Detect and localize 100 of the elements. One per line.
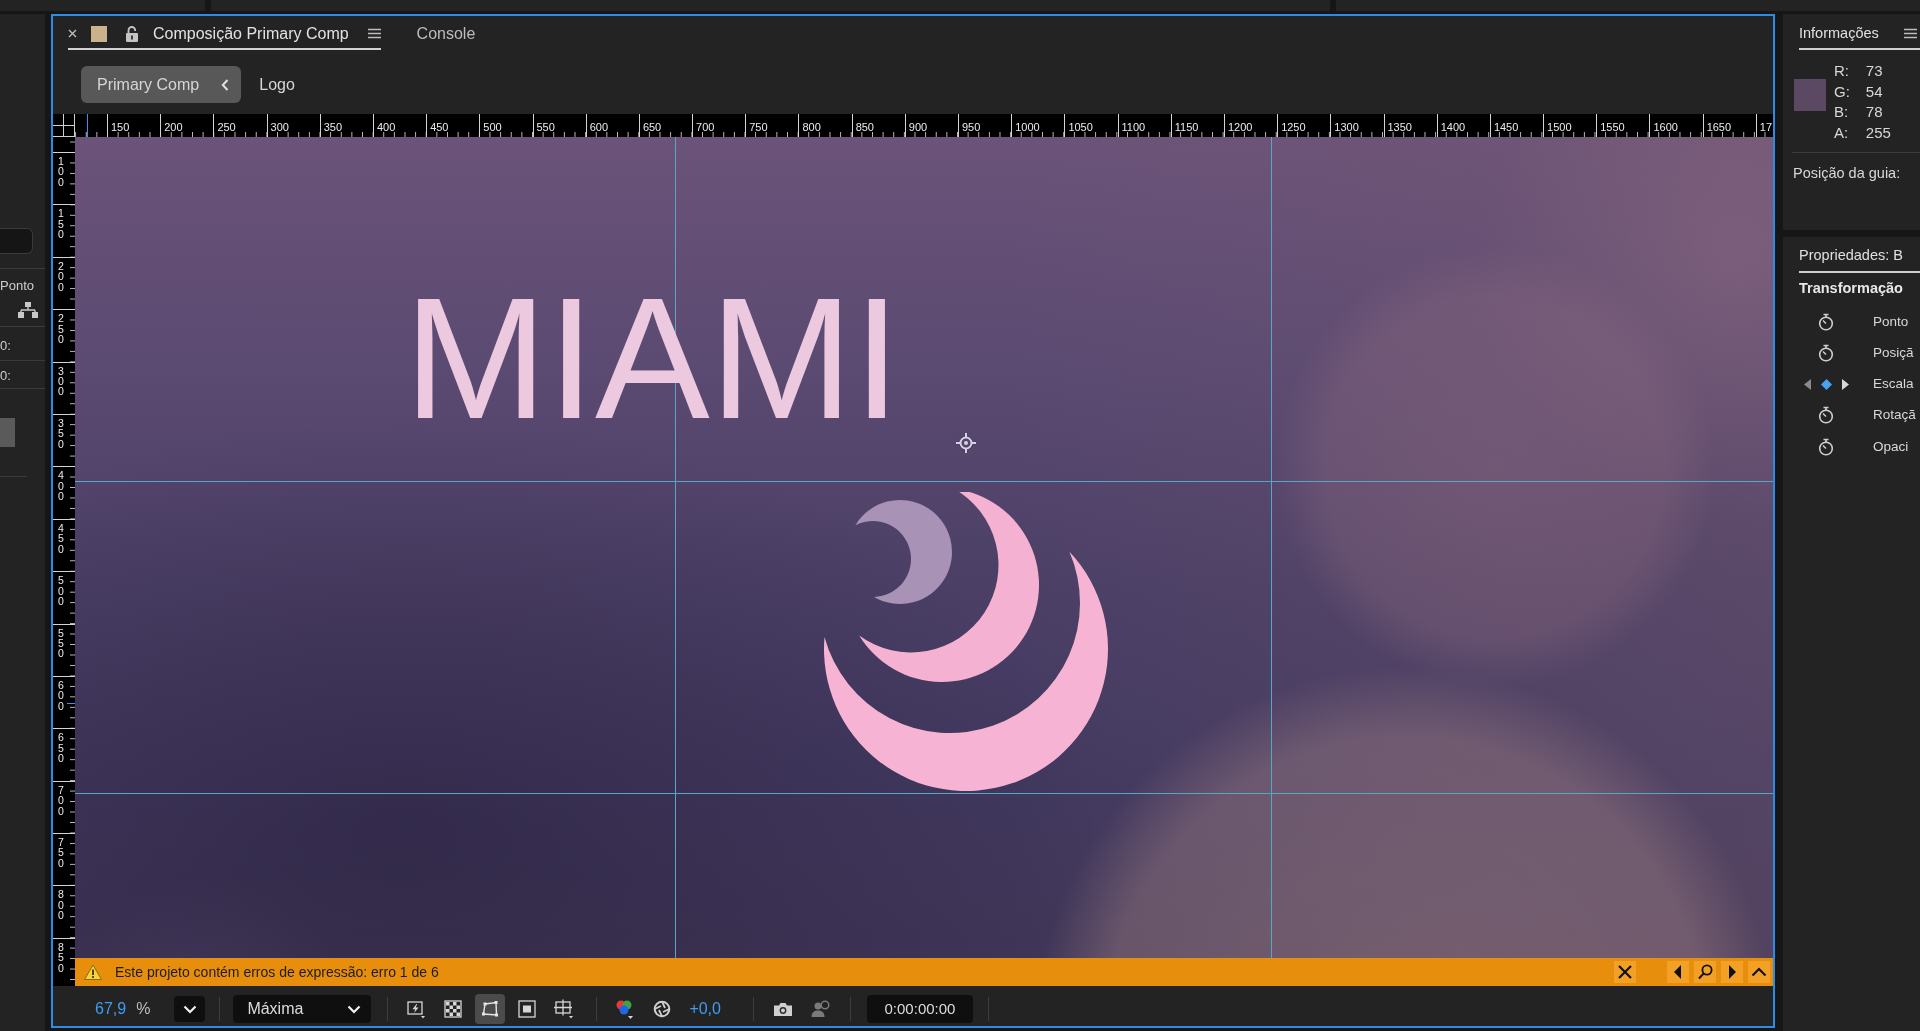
left-triangle-icon[interactable] [1803,378,1811,390]
value-text: 0: [0,338,11,354]
ruler-label: 100 [58,156,65,188]
path-outline-icon [480,999,501,1019]
toggle-button[interactable] [475,994,506,1024]
zoom-value[interactable]: 67,9 [95,997,127,1021]
property-label[interactable]: Rotaçã [1873,405,1916,426]
up-chevron-icon[interactable] [1748,961,1770,983]
color-swatch-icon [91,25,107,42]
hierarchy-icon[interactable] [18,302,38,318]
ruler-label: 650 [642,121,662,133]
cursor-marker [87,114,88,137]
ruler-label: 1350 [1387,121,1412,133]
ruler-label: 1250 [1281,121,1306,133]
ruler-label: 1450 [1493,121,1519,133]
ruler-label: 800 [802,121,821,133]
aperture-icon[interactable] [653,1000,672,1018]
stopwatch-icon[interactable] [1818,312,1834,331]
ruler-label: 350 [58,417,65,450]
property-label[interactable]: Posiçã [1873,342,1914,363]
breadcrumb-tab[interactable]: Primary Comp [81,66,242,103]
panel-label: Ponto [0,278,34,294]
ruler-label: 200 [164,121,183,133]
chevron-icon [347,1004,362,1014]
panel-tab[interactable]: Informações [1799,22,1879,45]
ruler-label: 1100 [1121,121,1146,133]
ruler-label: 350 [323,121,343,133]
menu-icon[interactable] [1904,28,1917,39]
ruler-label: 500 [483,121,502,133]
warning-message: Este projeto contém erros de expressão: erro 1 de 6 [115,962,439,982]
ruler-label: 1400 [1440,121,1466,133]
ruler-label: 600 [58,679,65,712]
panel-tab[interactable]: Console [416,16,476,50]
camera-icon[interactable] [772,1001,793,1017]
close-icon[interactable] [68,29,77,38]
close-icon[interactable] [1614,961,1636,983]
ruler-label: 700 [58,784,65,816]
ruler-label: 1600 [1653,121,1678,133]
zoom-unit: % [136,999,151,1019]
ruler-label: 1500 [1547,121,1572,133]
ruler-label: 150 [111,121,130,133]
guide-position-label: Posição da guia: [1793,164,1901,183]
property-label[interactable]: Ponto [1873,311,1909,332]
ruler-label: 450 [430,121,449,133]
resolution-dropdown[interactable]: Máxima [233,995,372,1023]
diamond-icon[interactable] [1820,378,1832,390]
ruler-label: 1300 [1334,121,1359,133]
checkerboard-icon [444,1000,463,1018]
property-label[interactable]: Opaci [1873,436,1909,457]
stopwatch-icon[interactable] [1818,406,1834,425]
ruler-label: 300 [270,121,289,133]
right-triangle-icon[interactable] [1841,378,1849,390]
zoom-dropdown-button[interactable] [174,996,206,1022]
channel-value: 73 [1865,61,1883,81]
ruler-label: 800 [58,889,65,921]
chevron-icon[interactable] [221,78,230,91]
ruler-label: 250 [58,313,65,345]
ruler-label: 550 [536,121,555,133]
ruler-label: 850 [58,941,65,974]
ruler-label: 750 [58,837,65,869]
ruler-label: 550 [58,627,65,659]
channel-value: 78 [1865,102,1883,122]
lightning-icon [406,999,427,1019]
chevron-icon [182,1004,197,1014]
input-field[interactable] [0,228,33,254]
ruler-label: 750 [749,121,768,133]
timecode-field[interactable]: 0:00:00:00 [866,995,973,1023]
channel-value: 54 [1865,81,1883,102]
ruler-label: 950 [962,121,981,133]
ruler-label: 400 [58,470,65,502]
breadcrumb-tab[interactable]: Logo [259,66,295,103]
stopwatch-icon[interactable] [1818,343,1834,362]
value-text: 0: [0,368,11,384]
crosshair-frame-icon [554,999,575,1019]
ruler-label: 600 [589,121,609,133]
property-label[interactable]: Escala [1873,374,1914,395]
panel-tab[interactable]: Propriedades: B [1799,245,1903,267]
stopwatch-icon[interactable] [1818,437,1834,456]
ruler-label: 1550 [1600,121,1625,133]
ruler-label: 400 [376,121,396,133]
ruler-label: 17 [1759,121,1773,133]
cursor-marker [67,703,75,704]
group-heading[interactable]: Transformação [1799,273,1903,306]
ruler-label: 1050 [1068,121,1093,133]
channel-value: 255 [1865,122,1891,143]
search-icon[interactable] [1694,961,1716,983]
crosshair-icon[interactable] [954,431,978,455]
padlock-icon[interactable] [125,25,139,42]
person-icon[interactable] [809,1000,830,1018]
ruler-label: 500 [58,575,65,607]
menu-icon[interactable] [367,28,381,39]
exposure-value[interactable]: +0,0 [689,997,721,1021]
ruler-label: 200 [58,260,65,292]
warning-icon [84,964,102,980]
channel-label: A: [1834,122,1849,143]
ruler-label: 1150 [1174,121,1199,133]
ruler-label: 150 [58,208,65,240]
panel-tab[interactable]: Composição Primary Comp [68,16,381,50]
ruler-label: 700 [696,121,715,133]
ruler-label: 850 [855,121,874,133]
